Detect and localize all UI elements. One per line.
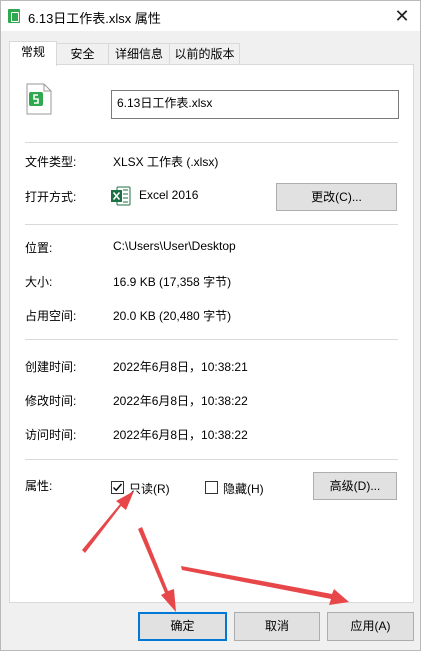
divider — [25, 142, 398, 143]
open-with-value: Excel 2016 — [139, 188, 199, 202]
tab-security[interactable]: 安全 — [56, 43, 109, 65]
size-value: 16.9 KB (17,358 字节) — [113, 275, 232, 289]
tab-details[interactable]: 详细信息 — [108, 43, 170, 65]
advanced-button[interactable]: 高级(D)... — [313, 472, 397, 500]
accessed-value: 2022年6月8日，10:38:22 — [113, 428, 248, 442]
readonly-label: 只读(R) — [129, 482, 170, 496]
excel-icon — [111, 186, 131, 206]
properties-dialog: 6.13日工作表.xlsx 属性 ✕ 常规 安全 详细信息 以前的版本 6.13… — [0, 0, 421, 651]
created-label: 创建时间: — [25, 360, 77, 374]
checkmark-icon — [113, 483, 123, 492]
created-value: 2022年6月8日，10:38:21 — [113, 360, 248, 374]
hidden-checkbox[interactable]: 隐藏(H) — [205, 480, 275, 496]
size-on-disk-label: 占用空间: — [25, 309, 77, 323]
ok-button[interactable]: 确定 — [138, 612, 227, 641]
filename-field[interactable]: 6.13日工作表.xlsx — [111, 90, 399, 119]
size-label: 大小: — [25, 275, 53, 289]
close-icon[interactable]: ✕ — [392, 5, 412, 27]
accessed-label: 访问时间: — [25, 428, 77, 442]
spreadsheet-file-icon — [8, 9, 20, 23]
modified-value: 2022年6月8日，10:38:22 — [113, 394, 248, 408]
file-type-value: XLSX 工作表 (.xlsx) — [113, 155, 219, 169]
tab-general[interactable]: 常规 — [9, 41, 57, 66]
modified-label: 修改时间: — [25, 394, 77, 408]
readonly-checkbox[interactable]: 只读(R) — [111, 480, 181, 496]
size-on-disk-value: 20.0 KB (20,480 字节) — [113, 309, 232, 323]
divider — [25, 224, 398, 225]
location-value: C:\Users\User\Desktop — [113, 239, 236, 253]
tab-previous-versions[interactable]: 以前的版本 — [169, 43, 240, 65]
hidden-label: 隐藏(H) — [223, 482, 264, 496]
title-bar[interactable]: 6.13日工作表.xlsx 属性 ✕ — [1, 1, 420, 31]
spreadsheet-file-icon — [26, 83, 52, 115]
open-with-label: 打开方式: — [25, 190, 77, 204]
apply-button[interactable]: 应用(A) — [327, 612, 414, 641]
cancel-button[interactable]: 取消 — [234, 612, 320, 641]
readonly-check-box[interactable] — [111, 481, 124, 494]
change-button[interactable]: 更改(C)... — [276, 183, 397, 211]
file-type-label: 文件类型: — [25, 155, 77, 169]
location-label: 位置: — [25, 241, 53, 255]
hidden-check-box[interactable] — [205, 481, 218, 494]
attributes-label: 属性: — [25, 479, 53, 493]
general-panel: 6.13日工作表.xlsx 文件类型: XLSX 工作表 (.xlsx) 打开方… — [9, 64, 414, 603]
window-title: 6.13日工作表.xlsx 属性 — [28, 11, 161, 26]
divider — [25, 339, 398, 340]
divider — [25, 459, 398, 460]
